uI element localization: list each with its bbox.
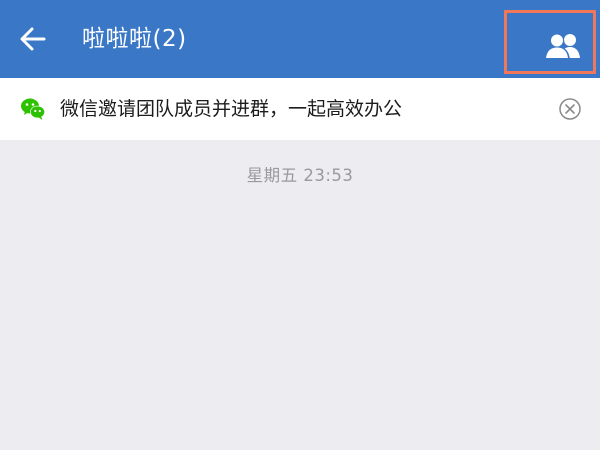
invite-notice-text: 微信邀请团队成员并进群，一起高效办公 bbox=[60, 98, 403, 120]
close-notice-button[interactable] bbox=[558, 97, 582, 121]
chat-title: 啦啦啦(2) bbox=[82, 26, 187, 52]
group-members-button[interactable] bbox=[504, 10, 596, 74]
back-button[interactable] bbox=[14, 21, 50, 57]
invite-notice-banner[interactable]: 微信邀请团队成员并进群，一起高效办公 bbox=[0, 78, 600, 140]
group-members-icon bbox=[544, 33, 580, 60]
arrow-left-icon bbox=[20, 27, 46, 51]
close-circle-icon bbox=[559, 98, 581, 120]
wechat-icon bbox=[21, 98, 45, 120]
message-timestamp: 星期五 23:53 bbox=[246, 166, 354, 185]
chat-header: 啦啦啦(2) bbox=[0, 0, 600, 78]
